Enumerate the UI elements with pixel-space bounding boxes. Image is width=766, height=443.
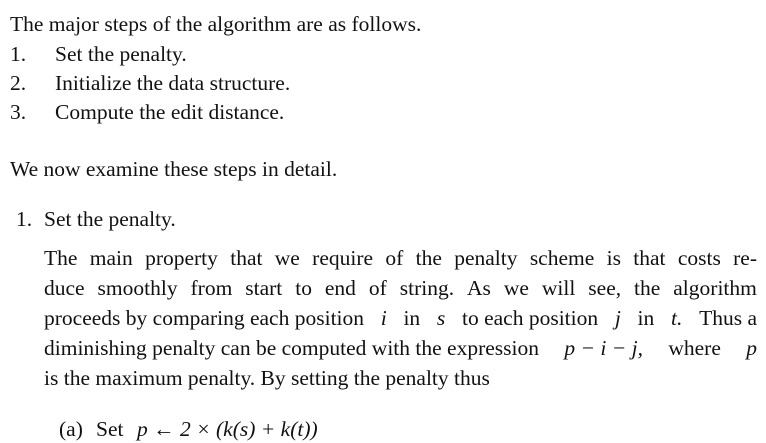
text-run: where bbox=[668, 336, 721, 360]
intro-text: The major steps of the algorithm are as … bbox=[10, 12, 422, 36]
word: the bbox=[634, 276, 661, 300]
math-variable: s bbox=[436, 306, 446, 330]
word: from bbox=[190, 276, 233, 300]
text-run: in bbox=[403, 306, 421, 330]
substep-formula: p ← 2 × (k(s) + k(t)) bbox=[137, 417, 318, 441]
word: scheme bbox=[529, 246, 595, 270]
text-run: proceeds by comparing each position bbox=[44, 306, 365, 330]
math-variable: j bbox=[614, 306, 621, 330]
word: As bbox=[467, 276, 491, 300]
substep-label: (a) bbox=[59, 417, 83, 441]
detail-intro: We now examine these steps in detail. bbox=[10, 157, 338, 181]
word: to bbox=[295, 276, 312, 300]
word: string. bbox=[399, 276, 455, 300]
word: is bbox=[606, 246, 621, 270]
word: end bbox=[324, 276, 356, 300]
word: that bbox=[633, 246, 666, 270]
step-number: 1. bbox=[10, 42, 27, 66]
paragraph-line: proceeds by comparing each position i in… bbox=[44, 306, 757, 330]
substep-text: Set bbox=[96, 417, 124, 441]
word: The bbox=[44, 246, 78, 270]
text-run: diminishing penalty can be computed with… bbox=[44, 336, 539, 360]
step-number: 2. bbox=[10, 71, 27, 95]
word: of bbox=[385, 246, 404, 270]
paragraph-line: diminishing penalty can be computed with… bbox=[44, 336, 757, 360]
word: smoothly bbox=[97, 276, 178, 300]
paragraph-line: duce smoothly from start to end of string. As we w… bbox=[44, 276, 757, 300]
step-number: 3. bbox=[10, 100, 27, 124]
step-text: Set the penalty. bbox=[55, 42, 187, 66]
word: algorithm bbox=[673, 276, 757, 300]
word: see, bbox=[588, 276, 622, 300]
word: we bbox=[274, 246, 300, 270]
word: of bbox=[368, 276, 387, 300]
word: property bbox=[145, 246, 218, 270]
word: will bbox=[541, 276, 576, 300]
step-text: Compute the edit distance. bbox=[55, 100, 285, 124]
section-number: 1. bbox=[16, 207, 33, 231]
word: re- bbox=[733, 246, 757, 270]
math-expression: p − i − j, bbox=[564, 336, 643, 360]
math-variable: p bbox=[746, 336, 757, 360]
word: require bbox=[312, 246, 374, 270]
step-text: Initialize the data structure. bbox=[55, 71, 291, 95]
text-run: to each position bbox=[461, 306, 599, 330]
math-variable: i bbox=[380, 306, 387, 330]
word: main bbox=[89, 246, 133, 270]
word: costs bbox=[677, 246, 721, 270]
word: penalty bbox=[454, 246, 518, 270]
math-variable: t. bbox=[671, 306, 683, 330]
word: that bbox=[230, 246, 263, 270]
word: the bbox=[415, 246, 442, 270]
word: start bbox=[245, 276, 283, 300]
word: we bbox=[503, 276, 529, 300]
paragraph-line: is the maximum penalty. By setting the p… bbox=[44, 366, 490, 390]
text-run: Thus a bbox=[699, 306, 757, 330]
paragraph-line: The main property that we require of the penalty… bbox=[44, 246, 757, 270]
text-run: in bbox=[637, 306, 655, 330]
section-title: Set the penalty. bbox=[44, 207, 176, 231]
word: duce bbox=[44, 276, 85, 300]
